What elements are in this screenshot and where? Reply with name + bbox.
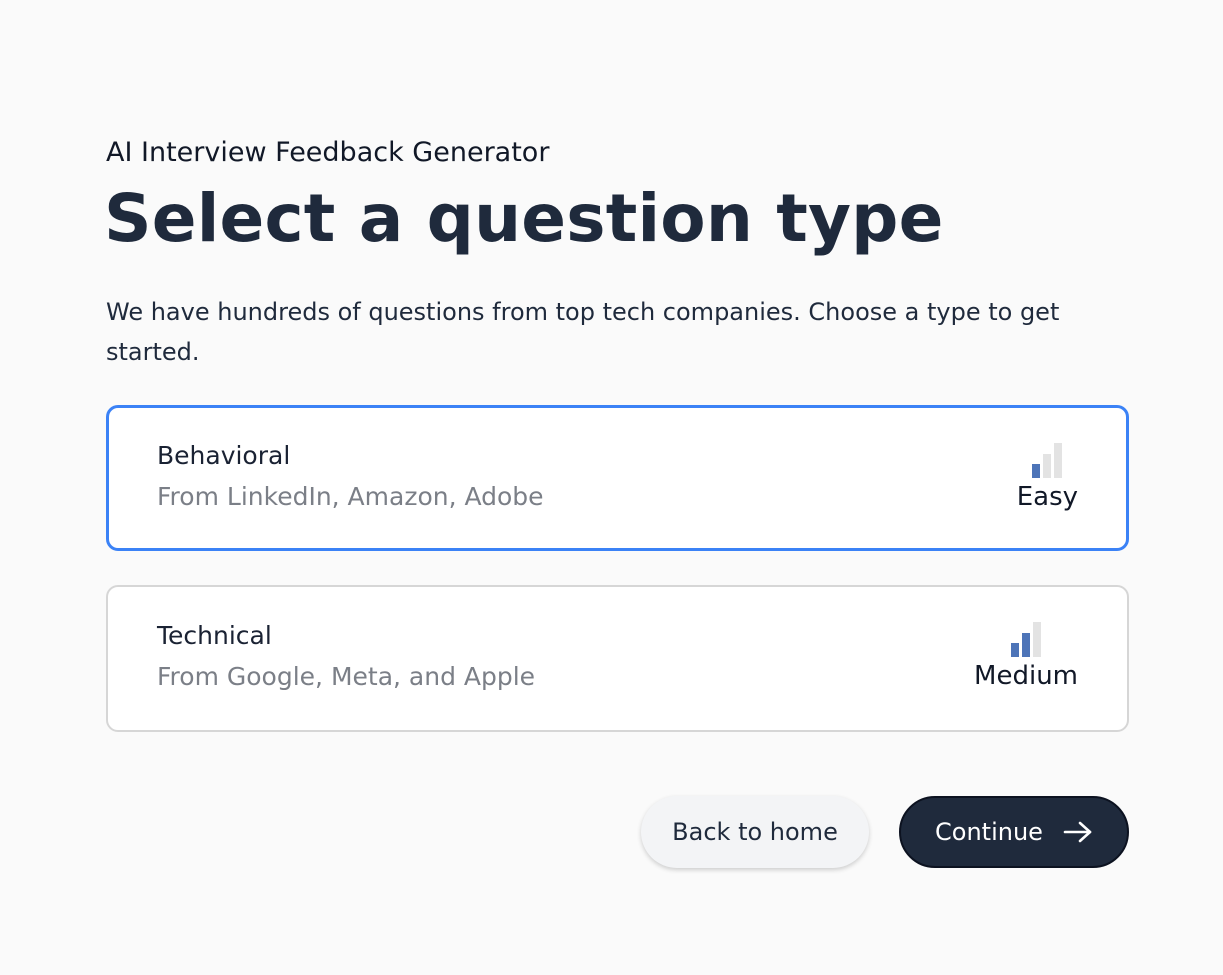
difficulty-indicator: Easy (1017, 442, 1078, 512)
page-description: We have hundreds of questions from top t… (106, 298, 1060, 366)
difficulty-bar (1022, 633, 1031, 657)
signal-bars-icon (1032, 442, 1063, 478)
difficulty-indicator: Medium (974, 621, 1078, 691)
option-subtitle: From Google, Meta, and Apple (157, 662, 536, 691)
page-title: Select a question type (104, 180, 944, 257)
option-title: Behavioral (157, 441, 291, 470)
continue-button-label: Continue (935, 818, 1043, 846)
difficulty-label: Medium (974, 661, 1078, 691)
difficulty-bar (1032, 464, 1041, 478)
option-card-technical[interactable]: Technical From Google, Meta, and Apple M… (106, 585, 1129, 732)
app-name: AI Interview Feedback Generator (106, 137, 550, 168)
continue-button[interactable]: Continue (899, 796, 1129, 868)
option-card-behavioral[interactable]: Behavioral From LinkedIn, Amazon, Adobe … (106, 405, 1129, 551)
back-to-home-button[interactable]: Back to home (641, 796, 869, 868)
difficulty-bar (1043, 454, 1052, 478)
signal-bars-icon (1011, 621, 1042, 657)
arrow-right-icon (1063, 820, 1093, 844)
difficulty-label: Easy (1016, 482, 1078, 512)
difficulty-bar (1033, 622, 1042, 657)
back-button-label: Back to home (672, 818, 838, 846)
option-title: Technical (157, 621, 272, 650)
option-subtitle: From LinkedIn, Amazon, Adobe (157, 482, 544, 511)
difficulty-bar (1011, 643, 1020, 657)
difficulty-bar (1054, 443, 1063, 478)
